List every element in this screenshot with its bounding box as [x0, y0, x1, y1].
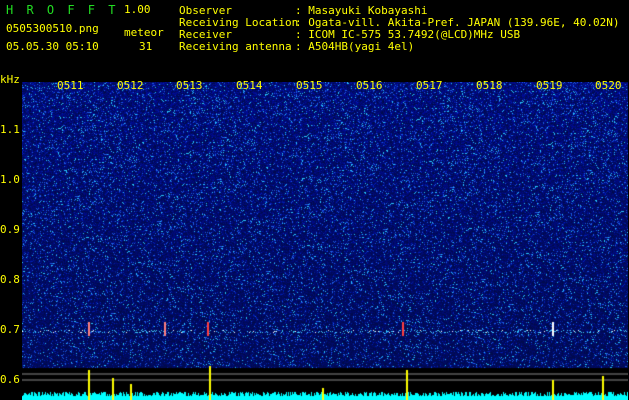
app-version: 1.00 [124, 3, 151, 16]
time-tick-label: 0513 [176, 79, 203, 92]
datetime: 05.05.30 05:10 [6, 40, 99, 53]
y-tick-label: 0.6 [0, 373, 20, 386]
meteor-count: 31 [139, 40, 153, 53]
time-tick-label: 0518 [476, 79, 503, 92]
time-tick-label: 0520 [595, 79, 622, 92]
y-axis-unit: kHz [0, 73, 20, 86]
y-tick-label: 1.0 [0, 173, 20, 186]
meteor-label: meteor [124, 26, 164, 39]
antenna-value: : A504HB(yagi 4el) [295, 40, 415, 53]
time-tick-label: 0519 [536, 79, 563, 92]
y-tick-label: 0.9 [0, 223, 20, 236]
time-tick-label: 0514 [236, 79, 263, 92]
spectrogram-canvas [22, 82, 628, 400]
app-title: H R O F F T [6, 3, 119, 17]
time-tick-label: 0517 [416, 79, 443, 92]
y-tick-label: 0.8 [0, 273, 20, 286]
antenna-label: Receiving antenna [179, 40, 292, 53]
time-tick-label: 0516 [356, 79, 383, 92]
y-tick-label: 1.1 [0, 123, 20, 136]
time-tick-label: 0515 [296, 79, 323, 92]
time-tick-label: 0512 [117, 79, 144, 92]
time-tick-label: 0511 [57, 79, 84, 92]
filename: 0505300510.png [6, 22, 99, 35]
y-tick-label: 0.7 [0, 323, 20, 336]
